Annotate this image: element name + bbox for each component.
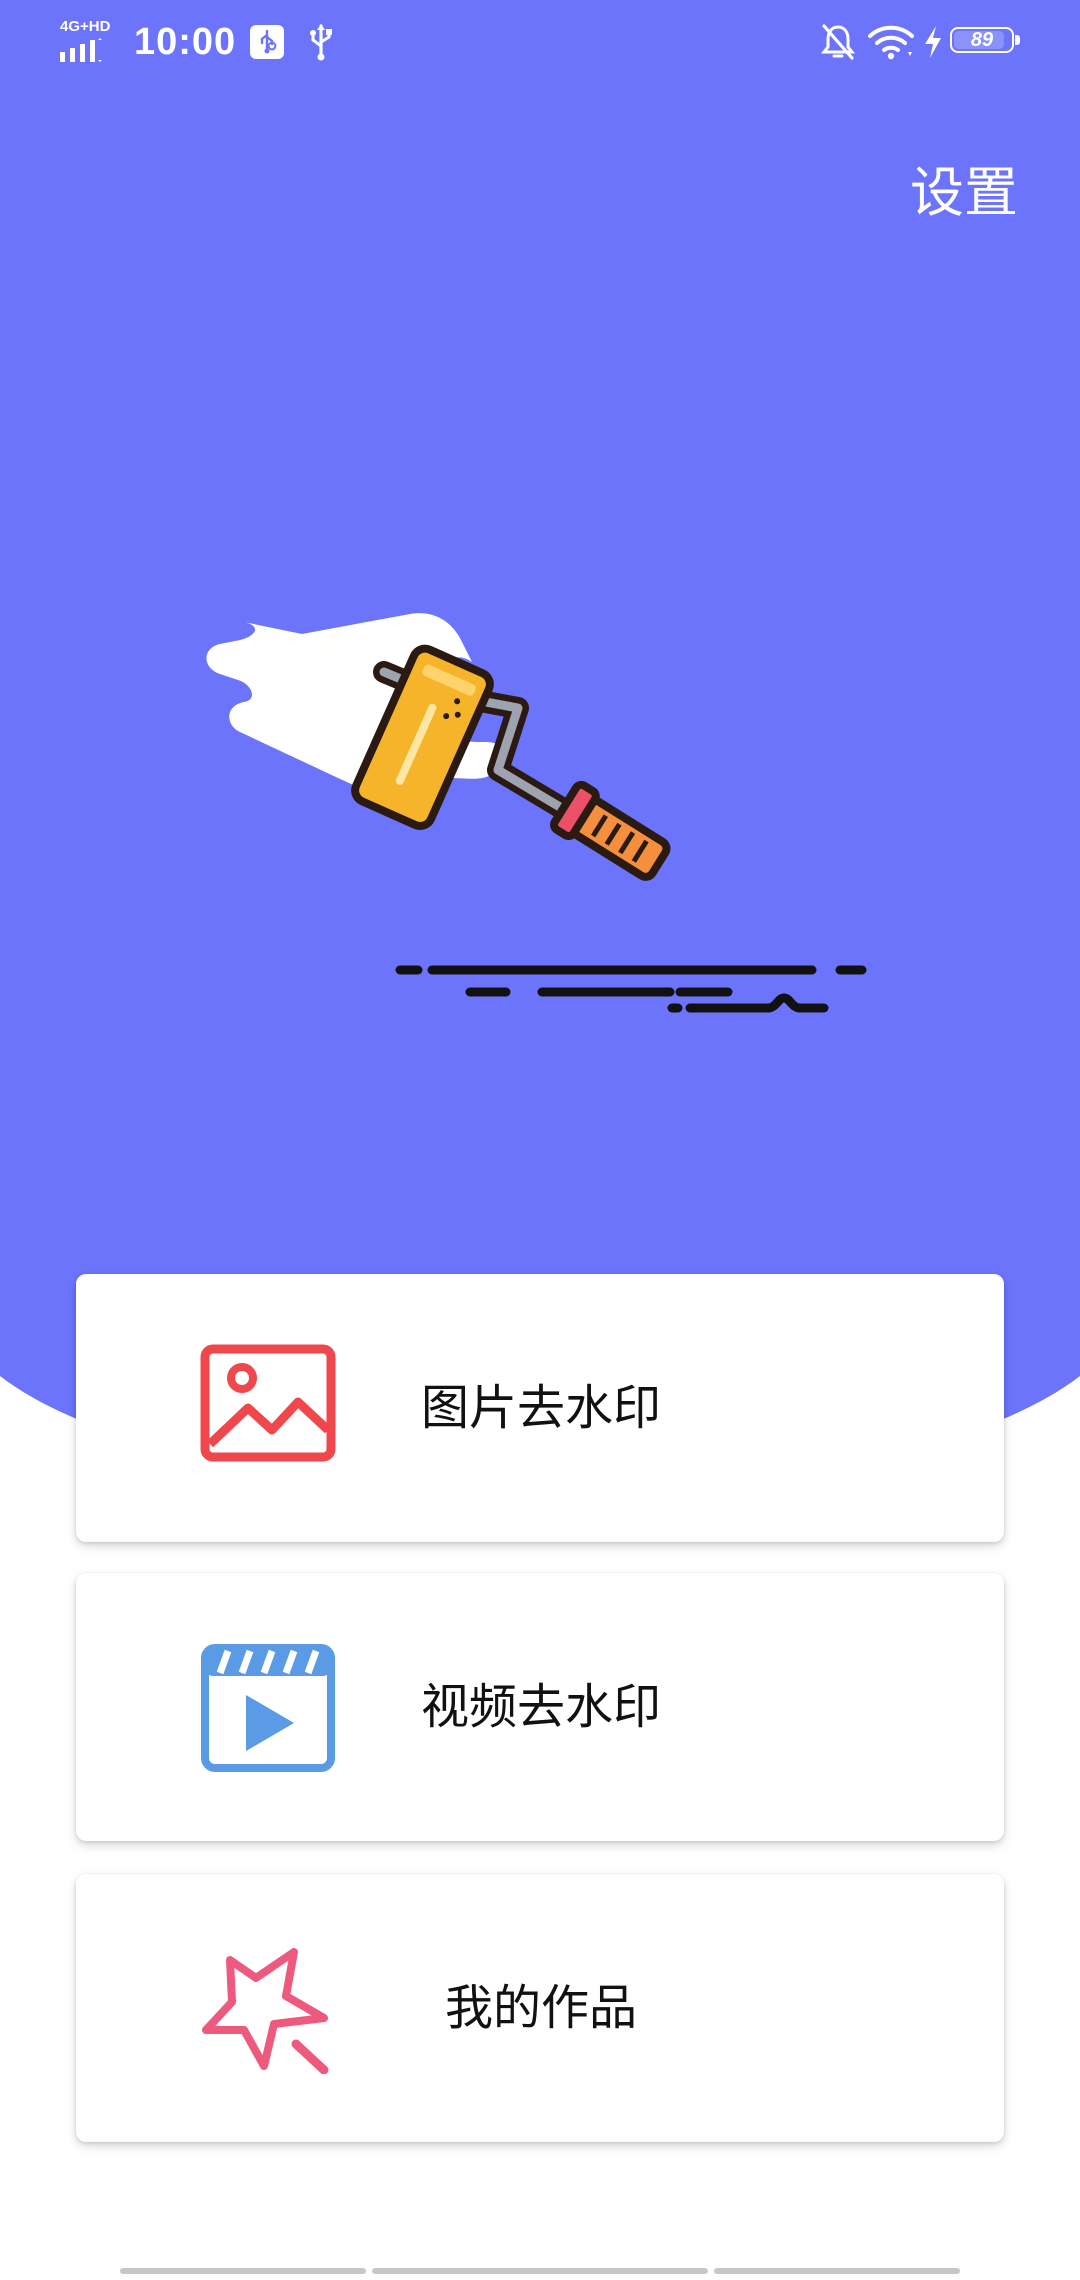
remove-video-watermark-card[interactable]: 视频去水印	[76, 1573, 1004, 1841]
nav-handle-left[interactable]	[120, 2268, 366, 2274]
battery-indicator: 89	[950, 27, 1022, 57]
star-wand-icon	[202, 1948, 329, 2074]
notifications-off-icon	[820, 24, 856, 60]
nav-handle-center[interactable]	[372, 2268, 708, 2274]
nav-handle-right[interactable]	[714, 2268, 960, 2274]
paint-roller-illustration	[206, 613, 867, 1013]
card-label: 图片去水印	[421, 1380, 662, 1436]
image-icon	[200, 1344, 336, 1462]
card-label: 我的作品	[445, 1980, 638, 2036]
charging-bolt-icon	[925, 26, 941, 58]
my-works-card[interactable]: 我的作品	[76, 1874, 1004, 2142]
remove-image-watermark-card[interactable]: 图片去水印	[76, 1274, 1004, 1542]
card-label: 视频去水印	[421, 1679, 662, 1735]
usb-debug-icon	[250, 25, 285, 59]
battery-percent: 89	[970, 29, 994, 51]
status-right: 89	[820, 20, 1022, 64]
usb-icon	[310, 24, 333, 61]
status-left: 4G+HD 10:00	[58, 18, 336, 66]
network-type-label: 4G+HD	[60, 18, 111, 35]
signal-bars-icon	[60, 38, 102, 62]
settings-button[interactable]: 设置	[910, 148, 1018, 227]
video-icon	[201, 1644, 335, 1772]
wifi-icon	[868, 25, 914, 60]
cellular-signal: 4G+HD	[58, 18, 122, 66]
status-bar: 4G+HD 10:00 89	[0, 0, 1080, 84]
clock-time: 10:00	[134, 20, 237, 63]
battery-tip	[1015, 35, 1020, 45]
app-screen: 4G+HD 10:00 89 设置 图片去水印 视频去水印 我的作品	[0, 0, 1080, 2280]
